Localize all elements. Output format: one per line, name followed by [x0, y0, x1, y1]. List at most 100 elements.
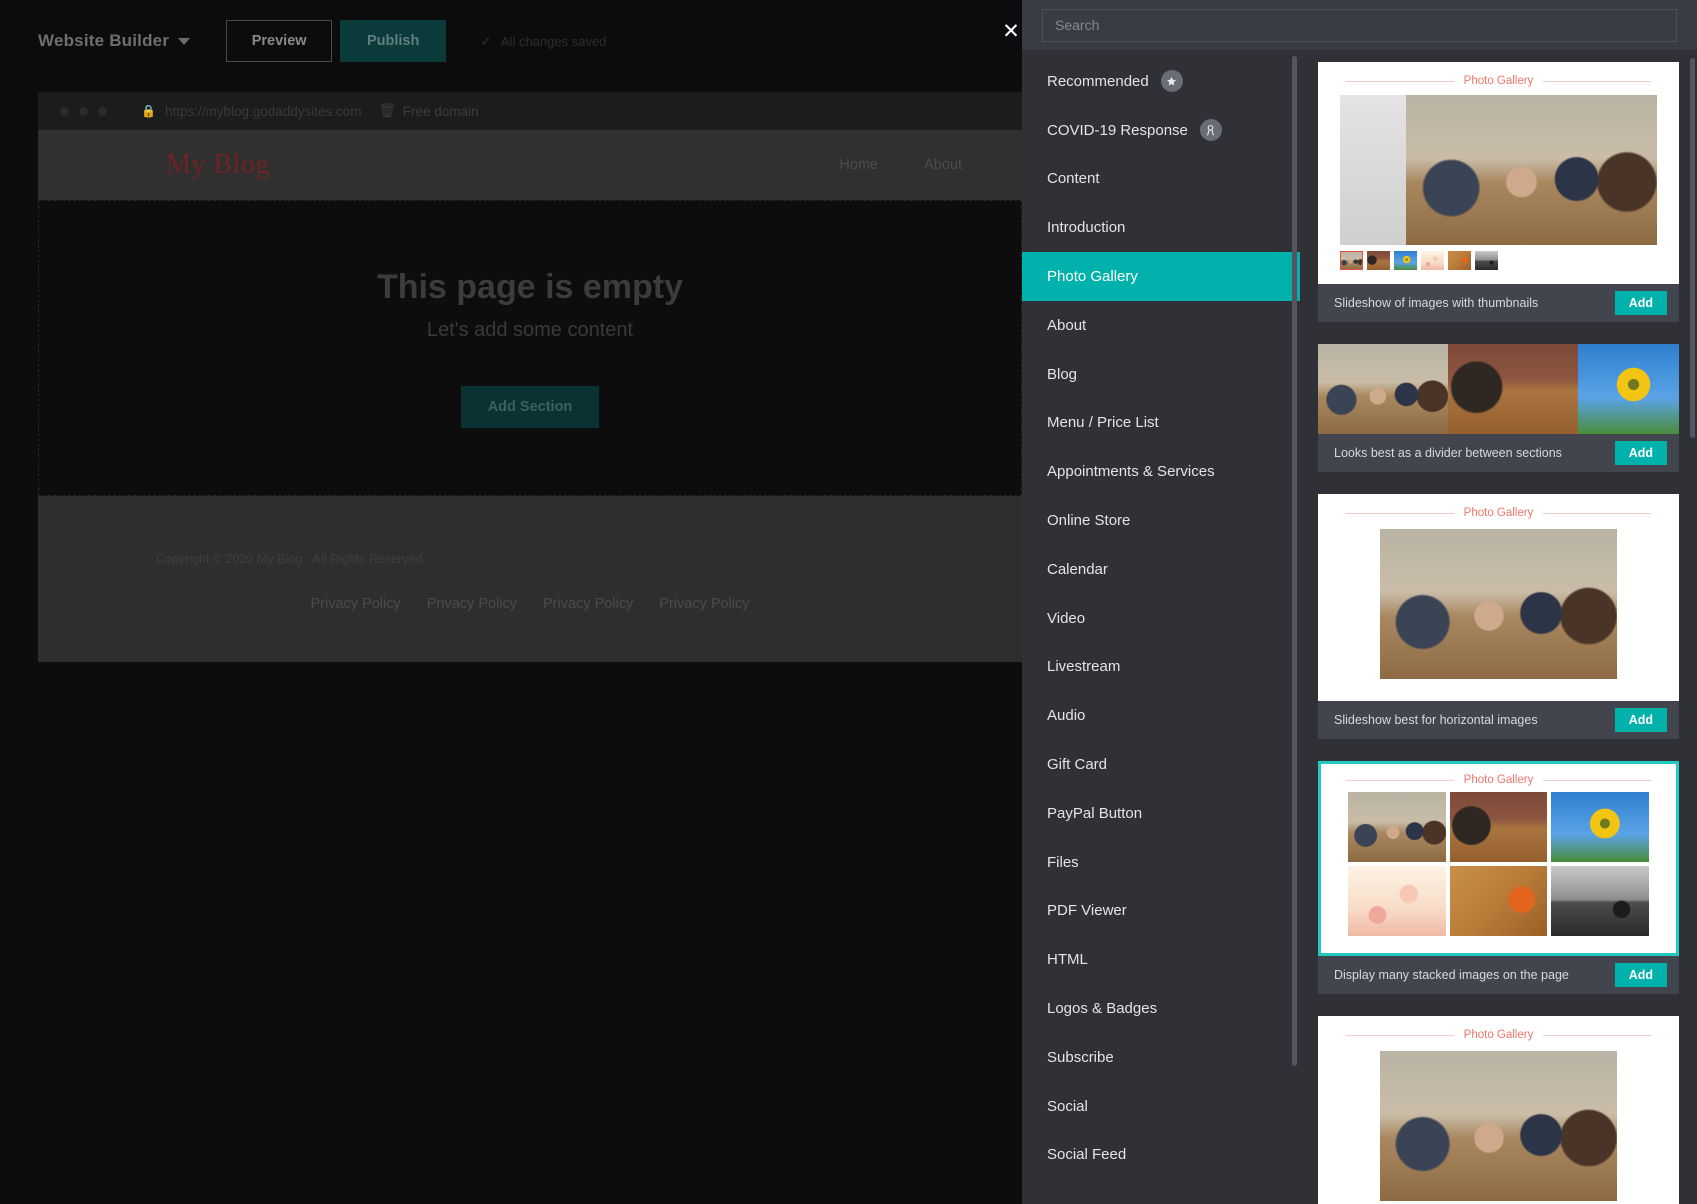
- thumbnail-2[interactable]: [1367, 251, 1390, 270]
- section-card-preview[interactable]: Photo Gallery: [1318, 62, 1679, 284]
- sidebar-item-label: Photo Gallery: [1047, 268, 1138, 285]
- section-card[interactable]: Photo GalleryDisplay many stacked images…: [1318, 761, 1679, 994]
- slideshow-single-preview: [1318, 519, 1679, 701]
- slide-main-image: [1406, 95, 1657, 245]
- site-logo[interactable]: My Blog: [166, 149, 270, 181]
- free-domain-button[interactable]: 🗑 Free domain: [379, 103, 479, 119]
- sidebar-item-logos-badges[interactable]: Logos & Badges: [1022, 984, 1300, 1033]
- sidebar-item-html[interactable]: HTML: [1022, 935, 1300, 984]
- add-section-card-button[interactable]: Add: [1615, 708, 1667, 732]
- sidebar-item-covid-19-response[interactable]: COVID-19 Response: [1022, 106, 1300, 155]
- sidebar-item-files[interactable]: Files: [1022, 838, 1300, 887]
- card-gallery-title: Photo Gallery: [1318, 761, 1679, 786]
- card-gallery-title: Photo Gallery: [1318, 1016, 1679, 1041]
- sidebar-item-recommended[interactable]: Recommended: [1022, 57, 1300, 106]
- sidebar-item-subscribe[interactable]: Subscribe: [1022, 1033, 1300, 1082]
- editor-topbar: Website Builder Preview Publish ✓ All ch…: [0, 0, 1022, 82]
- sidebar-item-label: Social Feed: [1047, 1146, 1126, 1163]
- sidebar-item-paypal-button[interactable]: PayPal Button: [1022, 789, 1300, 838]
- card-gallery-title: Photo Gallery: [1318, 494, 1679, 519]
- sidebar-item-about[interactable]: About: [1022, 301, 1300, 350]
- section-cards-pane: Photo GallerySlideshow of images with th…: [1300, 50, 1697, 1204]
- publish-button[interactable]: Publish: [340, 20, 446, 62]
- empty-page-title: This page is empty: [377, 268, 683, 307]
- section-card-preview[interactable]: Photo Gallery: [1318, 1016, 1679, 1204]
- sidebar-scrollbar[interactable]: [1292, 56, 1297, 1066]
- trash-icon: 🗑: [379, 103, 396, 119]
- preview-button[interactable]: Preview: [226, 20, 332, 62]
- ribbon-icon: [1200, 119, 1222, 141]
- thumbnail-6[interactable]: [1475, 251, 1498, 270]
- site-preview-header: My Blog Home About: [38, 130, 1022, 200]
- sidebar-item-label: Subscribe: [1047, 1049, 1114, 1066]
- sidebar-item-pdf-viewer[interactable]: PDF Viewer: [1022, 887, 1300, 936]
- sidebar-item-menu-price-list[interactable]: Menu / Price List: [1022, 399, 1300, 448]
- sidebar-item-video[interactable]: Video: [1022, 594, 1300, 643]
- add-section-card-button[interactable]: Add: [1615, 291, 1667, 315]
- sidebar-item-content[interactable]: Content: [1022, 155, 1300, 204]
- section-card[interactable]: Looks best as a divider between sections…: [1318, 344, 1679, 472]
- slide-main-image: [1380, 1051, 1617, 1201]
- sidebar-item-introduction[interactable]: Introduction: [1022, 203, 1300, 252]
- address-bar[interactable]: 🔒 https://myblog.godaddysites.com: [141, 104, 362, 119]
- add-section-button[interactable]: Add Section: [461, 386, 599, 428]
- section-card-preview[interactable]: [1318, 344, 1679, 434]
- sidebar-item-label: Audio: [1047, 707, 1085, 724]
- thumbnail-5[interactable]: [1448, 251, 1471, 270]
- sidebar-item-label: COVID-19 Response: [1047, 122, 1188, 139]
- sidebar-item-label: Gift Card: [1047, 756, 1107, 773]
- category-sidebar[interactable]: Recommended COVID-19 Response ContentIntro…: [1022, 50, 1300, 1204]
- site-nav-item-home[interactable]: Home: [839, 157, 878, 173]
- add-section-card-button[interactable]: Add: [1615, 441, 1667, 465]
- section-card-caption-bar: Slideshow of images with thumbnailsAdd: [1318, 284, 1679, 322]
- section-card[interactable]: Photo Gallery Slideshow best for horizont…: [1318, 494, 1679, 739]
- sidebar-item-gift-card[interactable]: Gift Card: [1022, 740, 1300, 789]
- website-builder-menu[interactable]: Website Builder: [38, 31, 190, 51]
- sidebar-item-label: Recommended: [1047, 73, 1149, 90]
- section-card[interactable]: Photo Gallery: [1318, 1016, 1679, 1204]
- grid-image-6: [1551, 866, 1649, 936]
- window-dots: [60, 107, 107, 116]
- sidebar-item-appointments-services[interactable]: Appointments & Services: [1022, 447, 1300, 496]
- thumbnail-1[interactable]: [1340, 251, 1363, 270]
- privacy-policy-link-1[interactable]: Privacy Policy: [311, 596, 401, 612]
- divider-image-2: [1448, 344, 1578, 434]
- section-card-preview[interactable]: Photo Gallery: [1318, 761, 1679, 956]
- sidebar-item-label: PayPal Button: [1047, 805, 1142, 822]
- slideshow-thumbnails: [1318, 245, 1679, 284]
- divider-image-1: [1318, 344, 1448, 434]
- sidebar-item-blog[interactable]: Blog: [1022, 350, 1300, 399]
- sidebar-item-calendar[interactable]: Calendar: [1022, 545, 1300, 594]
- window-dot-red: [60, 107, 69, 116]
- slide-placeholder-image: [1340, 95, 1406, 245]
- sidebar-item-social-feed[interactable]: Social Feed: [1022, 1131, 1300, 1180]
- sidebar-item-livestream[interactable]: Livestream: [1022, 643, 1300, 692]
- privacy-policy-link-4[interactable]: Privacy Policy: [659, 596, 749, 612]
- website-builder-label: Website Builder: [38, 31, 169, 51]
- sidebar-item-social[interactable]: Social: [1022, 1082, 1300, 1131]
- thumbnail-4[interactable]: [1421, 251, 1444, 270]
- card-gallery-title-text: Photo Gallery: [1454, 1029, 1544, 1041]
- site-nav-item-about[interactable]: About: [924, 157, 962, 173]
- slide-main-image: [1380, 529, 1617, 679]
- close-icon[interactable]: ✕: [990, 10, 1032, 52]
- privacy-policy-link-2[interactable]: Privacy Policy: [427, 596, 517, 612]
- sidebar-item-label: Logos & Badges: [1047, 1000, 1157, 1017]
- grid-gallery-preview: [1318, 786, 1679, 956]
- sidebar-item-audio[interactable]: Audio: [1022, 691, 1300, 740]
- privacy-policy-link-3[interactable]: Privacy Policy: [543, 596, 633, 612]
- sidebar-item-online-store[interactable]: Online Store: [1022, 496, 1300, 545]
- section-card-caption: Slideshow best for horizontal images: [1334, 713, 1615, 727]
- divider-strip-preview: [1318, 344, 1679, 434]
- cards-scrollbar[interactable]: [1690, 58, 1695, 438]
- section-card-preview[interactable]: Photo Gallery: [1318, 494, 1679, 701]
- section-card[interactable]: Photo GallerySlideshow of images with th…: [1318, 62, 1679, 322]
- sidebar-item-photo-gallery[interactable]: Photo Gallery: [1022, 252, 1300, 301]
- thumbnail-3[interactable]: [1394, 251, 1417, 270]
- grid-image-5: [1450, 866, 1548, 936]
- add-section-card-button[interactable]: Add: [1615, 963, 1667, 987]
- search-input[interactable]: [1042, 9, 1677, 42]
- window-dot-yellow: [79, 107, 88, 116]
- sidebar-item-label: Online Store: [1047, 512, 1130, 529]
- check-icon: ✓: [480, 33, 492, 50]
